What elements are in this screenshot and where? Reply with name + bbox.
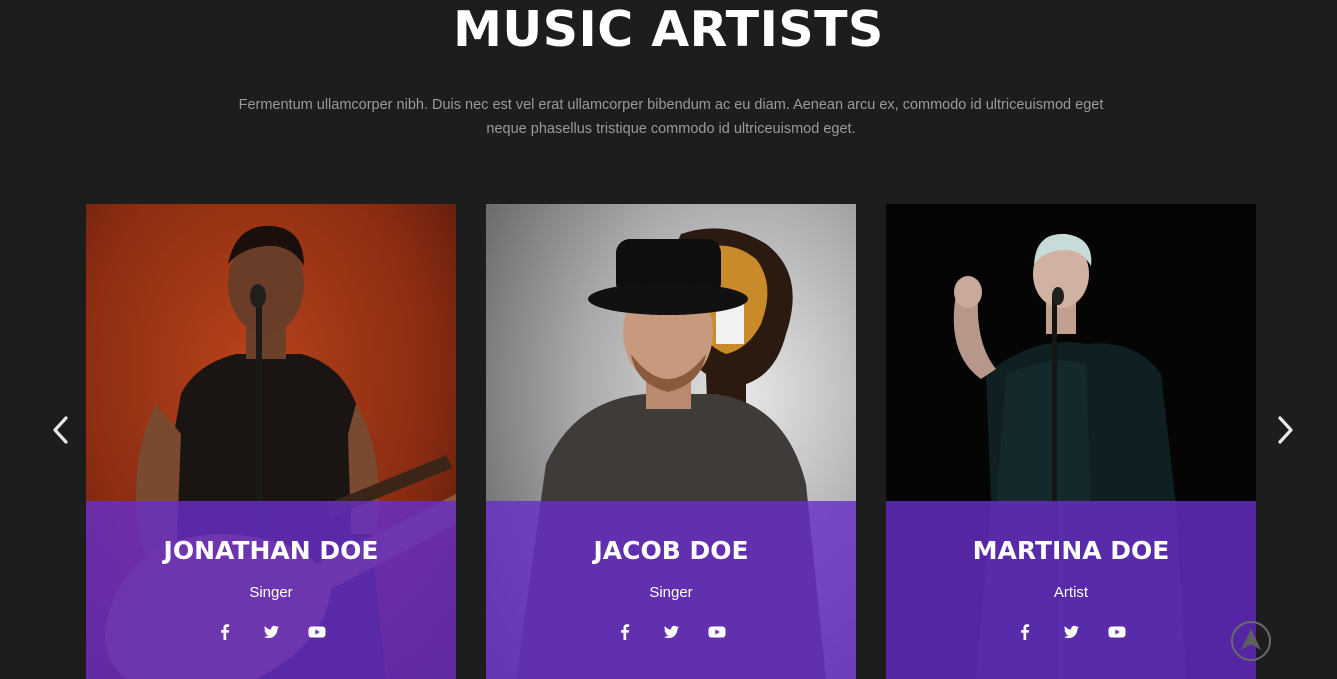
artist-info-panel: JACOB DOE Singer [486,501,856,679]
youtube-link[interactable] [1105,620,1129,644]
section-description: Fermentum ullamcorper nibh. Duis nec est… [238,97,1104,137]
twitter-link[interactable] [259,620,283,644]
music-artists-section: MUSIC ARTISTS Fermentum ullamcorper nibh… [0,0,1337,679]
youtube-icon [1108,626,1126,638]
facebook-icon [220,624,229,640]
facebook-link[interactable] [213,620,237,644]
artist-info-panel: JONATHAN DOE Singer [86,501,456,679]
artist-social-links [486,620,856,644]
carousel-prev-button[interactable] [46,412,76,448]
twitter-link[interactable] [659,620,683,644]
facebook-link[interactable] [613,620,637,644]
facebook-icon [620,624,629,640]
chevron-left-icon [53,416,68,444]
chevron-right-icon [1278,416,1293,444]
artist-role: Singer [649,584,693,601]
artist-social-links [86,620,456,644]
artist-role: Artist [1053,584,1089,601]
artist-name: JACOB DOE [593,536,749,565]
artist-name: MARTINA DOE [972,536,1170,565]
section-title: MUSIC ARTISTS [453,1,884,58]
carousel-next-button[interactable] [1270,412,1300,448]
youtube-link[interactable] [305,620,329,644]
twitter-icon [263,625,279,639]
twitter-icon [1063,625,1079,639]
artist-social-links [886,620,1256,644]
artist-name: JONATHAN DOE [163,536,379,565]
artist-card[interactable]: JONATHAN DOE Singer [86,204,456,679]
back-to-top-button[interactable] [1230,620,1272,662]
youtube-link[interactable] [705,620,729,644]
arrow-up-icon [1231,621,1271,661]
artist-card[interactable]: JACOB DOE Singer [486,204,856,679]
twitter-icon [663,625,679,639]
artist-info-panel: MARTINA DOE Artist [886,501,1256,679]
twitter-link[interactable] [1059,620,1083,644]
facebook-link[interactable] [1013,620,1037,644]
artist-role: Singer [249,584,293,601]
youtube-icon [708,626,726,638]
facebook-icon [1020,624,1029,640]
artist-card[interactable]: MARTINA DOE Artist [886,204,1256,679]
youtube-icon [308,626,326,638]
